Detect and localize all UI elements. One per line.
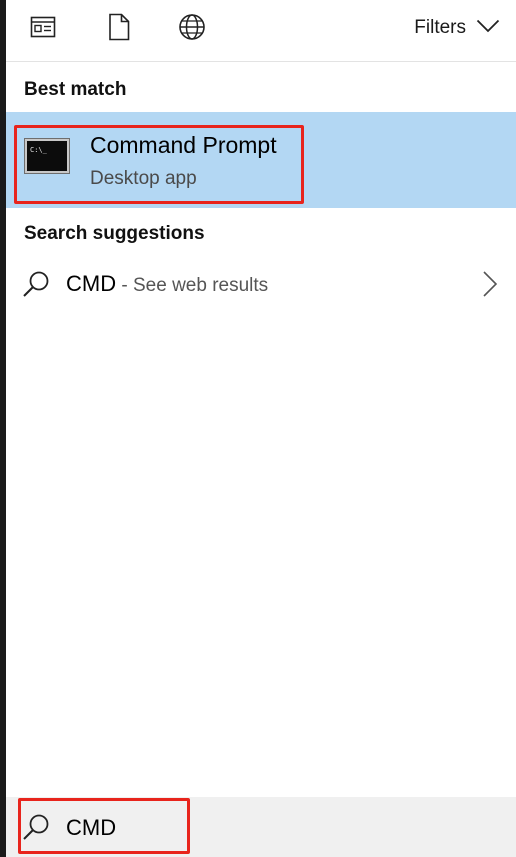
search-icon xyxy=(22,270,50,298)
chevron-right-icon[interactable] xyxy=(482,270,498,298)
command-prompt-icon-text: C:\_ xyxy=(30,146,48,154)
best-match-result[interactable]: C:\_ Command Prompt Desktop app xyxy=(6,112,516,208)
app-type: Desktop app xyxy=(90,168,197,189)
search-input[interactable]: CMD xyxy=(66,815,116,841)
filters-label: Filters xyxy=(414,17,466,38)
app-name: Command Prompt xyxy=(90,132,277,158)
search-icon xyxy=(22,813,50,841)
chevron-down-icon xyxy=(476,17,500,39)
search-scope-toolbar: Filters xyxy=(6,0,516,62)
suggestion-suffix: - See web results xyxy=(116,275,269,296)
apps-icon[interactable] xyxy=(28,12,58,42)
suggestion-query: CMD xyxy=(66,271,117,296)
search-suggestions-heading: Search suggestions xyxy=(24,223,205,244)
best-match-heading: Best match xyxy=(24,79,127,100)
filters-dropdown[interactable]: Filters xyxy=(414,14,500,42)
documents-icon[interactable] xyxy=(104,12,134,42)
start-search-window: Filters Best match C:\_ Command Prompt D… xyxy=(0,0,516,857)
search-box[interactable]: CMD xyxy=(6,797,516,857)
command-prompt-icon: C:\_ xyxy=(24,138,70,174)
web-suggestion-row[interactable]: CMD - See web results xyxy=(6,258,516,312)
suggestion-text: CMD - See web results xyxy=(66,271,268,297)
web-icon[interactable] xyxy=(177,12,207,42)
